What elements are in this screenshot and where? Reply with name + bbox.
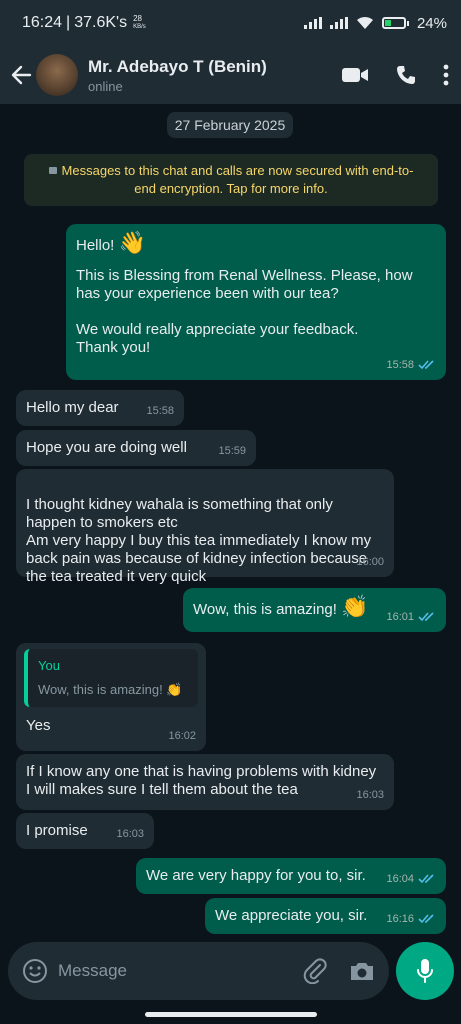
signal-2-icon xyxy=(329,17,348,29)
encryption-notice-text: Messages to this chat and calls are now … xyxy=(61,163,414,196)
kbs-indicator: 28 KB/s xyxy=(133,15,146,31)
quoted-author: You xyxy=(38,658,60,673)
message-time: 16:03 xyxy=(116,828,144,840)
lock-icon xyxy=(48,167,57,174)
wifi-icon xyxy=(356,16,373,29)
message-text: Wow, this is amazing! xyxy=(193,601,342,618)
message-text: I thought kidney wahala is something tha… xyxy=(26,496,372,585)
status-bar: 16:24 | 37.6K's 28 KB/s 24% xyxy=(0,0,461,46)
message-time: 16:00 xyxy=(356,556,384,568)
mic-icon xyxy=(417,959,433,983)
contact-info[interactable]: Mr. Adebayo T (Benin) online xyxy=(88,57,341,94)
message-outgoing[interactable]: Wow, this is amazing! 👏 16:01 xyxy=(183,588,446,632)
read-ticks-icon xyxy=(418,360,434,370)
message-text: We would really appreciate your feedback… xyxy=(76,321,359,356)
read-ticks-icon xyxy=(418,874,434,884)
message-text: We appreciate you, sir. xyxy=(215,907,368,924)
message-incoming[interactable]: I promise 16:03 xyxy=(16,813,154,849)
message-time: 16:04 xyxy=(386,873,414,885)
encryption-notice[interactable]: Messages to this chat and calls are now … xyxy=(24,154,438,206)
message-time: 16:16 xyxy=(386,913,414,925)
back-button[interactable] xyxy=(8,62,34,88)
signal-icon xyxy=(303,17,322,29)
emoji-icon[interactable] xyxy=(22,958,48,984)
message-text: We are very happy for you to, sir. xyxy=(146,867,366,884)
network-speed: 37.6K's xyxy=(74,14,128,31)
chat-header: Mr. Adebayo T (Benin) online xyxy=(0,46,461,104)
message-incoming[interactable]: Hope you are doing well 15:59 xyxy=(16,430,256,466)
phone-call-icon[interactable] xyxy=(395,64,417,86)
date-chip: 27 February 2025 xyxy=(167,112,293,138)
message-incoming[interactable]: I thought kidney wahala is something tha… xyxy=(16,469,394,585)
message-outgoing[interactable]: Hello! 👋 This is Blessing from Renal Wel… xyxy=(66,224,446,380)
contact-status: online xyxy=(88,78,123,94)
camera-icon[interactable] xyxy=(349,960,375,982)
battery-icon xyxy=(381,17,409,29)
paperclip-icon[interactable] xyxy=(303,958,327,984)
status-separator: | xyxy=(66,14,71,31)
message-incoming-reply[interactable]: You Wow, this is amazing! 👏 Yes 16:02 xyxy=(16,643,206,751)
video-call-icon[interactable] xyxy=(341,66,369,84)
clock: 16:24 xyxy=(22,14,63,31)
battery-level: 24% xyxy=(416,14,447,32)
home-indicator[interactable] xyxy=(145,1012,317,1017)
contact-name: Mr. Adebayo T (Benin) xyxy=(88,56,267,76)
more-vertical-icon[interactable] xyxy=(443,64,449,86)
message-time: 15:58 xyxy=(146,405,174,417)
message-time: 15:59 xyxy=(218,445,246,457)
message-incoming[interactable]: If I know any one that is having problem… xyxy=(16,754,394,810)
message-text: I promise xyxy=(26,822,88,839)
message-text: Hello my dear xyxy=(26,399,119,416)
avatar[interactable] xyxy=(36,54,78,96)
message-composer[interactable]: Message xyxy=(8,942,389,1000)
message-text: If I know any one that is having problem… xyxy=(26,763,377,798)
message-input[interactable]: Message xyxy=(58,961,303,981)
message-text: Hello! xyxy=(76,237,119,254)
wave-emoji: 👋 xyxy=(118,230,146,255)
message-text: Yes xyxy=(26,717,51,734)
read-ticks-icon xyxy=(418,612,434,622)
clap-emoji: 👏 xyxy=(341,594,369,619)
quoted-text: Wow, this is amazing! 👏 xyxy=(38,682,183,697)
message-incoming[interactable]: Hello my dear 15:58 xyxy=(16,390,184,426)
message-time: 16:03 xyxy=(356,789,384,801)
message-text: Hope you are doing well xyxy=(26,439,187,456)
message-text: This is Blessing from Renal Wellness. Pl… xyxy=(76,267,413,302)
kbs-value: 28 xyxy=(133,14,142,23)
message-time: 15:58 xyxy=(386,359,414,371)
message-outgoing[interactable]: We are very happy for you to, sir. 16:04 xyxy=(136,858,446,894)
message-outgoing[interactable]: We appreciate you, sir. 16:16 xyxy=(205,898,446,934)
message-time: 16:02 xyxy=(168,730,196,742)
read-ticks-icon xyxy=(418,914,434,924)
message-time: 16:01 xyxy=(386,611,414,623)
kbs-unit: KB/s xyxy=(133,24,146,30)
arrow-left-icon xyxy=(11,65,32,85)
chat-area[interactable]: 27 February 2025 Messages to this chat a… xyxy=(0,104,461,942)
quoted-message[interactable]: You Wow, this is amazing! 👏 xyxy=(24,649,198,707)
mic-button[interactable] xyxy=(396,942,454,1000)
